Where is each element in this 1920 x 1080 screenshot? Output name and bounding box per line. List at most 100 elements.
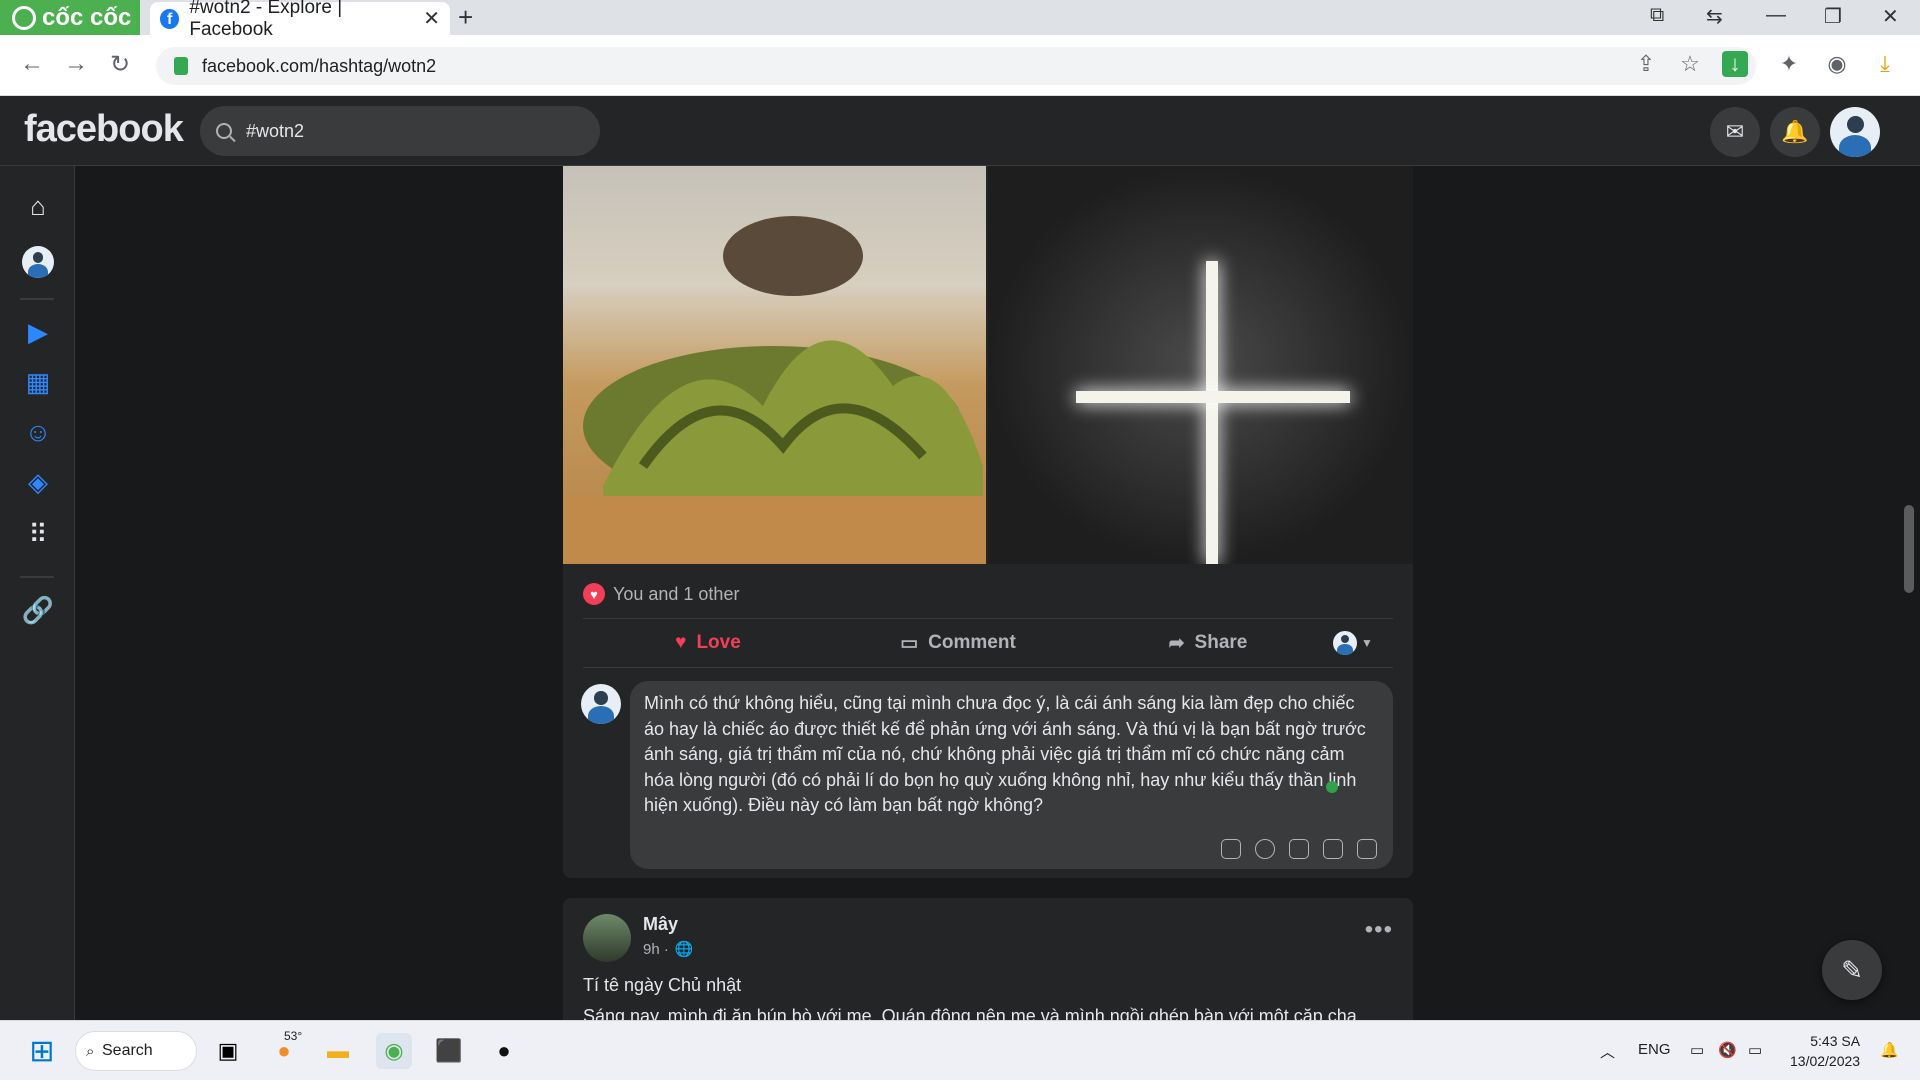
- feed-post: Mây 9h · 🌐 ••• Tí tê ngày Chủ nhật Sáng …: [563, 898, 1413, 1038]
- rail-divider: [20, 298, 54, 300]
- comment-text: Mình có thứ không hiểu, cũng tại mình ch…: [644, 693, 1366, 815]
- search-icon: [216, 123, 232, 139]
- rail-divider: [20, 576, 54, 578]
- coccoc-taskbar-icon[interactable]: ◉: [376, 1033, 412, 1069]
- coccoc-logo[interactable]: cốc cốc: [0, 0, 140, 35]
- page-scrollbar[interactable]: [1904, 505, 1914, 593]
- menu-grid-icon[interactable]: ⠿: [22, 518, 54, 550]
- notifications-bell-icon[interactable]: 🔔: [1770, 107, 1820, 157]
- restore-icon[interactable]: ❐: [1824, 4, 1842, 29]
- back-icon[interactable]: ←: [20, 50, 44, 78]
- bookmark-star-icon[interactable]: ☆: [1677, 51, 1703, 77]
- facebook-search-input[interactable]: #wotn2: [200, 106, 600, 156]
- url-text: facebook.com/hashtag/wotn2: [202, 55, 437, 76]
- post-time[interactable]: 9h ·: [643, 941, 669, 958]
- comment-input[interactable]: Mình có thứ không hiểu, cũng tại mình ch…: [630, 681, 1393, 869]
- groups-icon[interactable]: ☺: [22, 416, 54, 448]
- notification-center-icon[interactable]: 🔔: [1880, 1041, 1899, 1059]
- screenshot-icon[interactable]: ⧉: [1650, 4, 1664, 27]
- browser-brand: cốc cốc: [42, 3, 132, 31]
- url-field[interactable]: facebook.com/hashtag/wotn2: [156, 47, 1756, 85]
- tab-close-icon[interactable]: ✕: [423, 6, 440, 31]
- browser-tab-bar: cốc cốc f #wotn2 - Explore | Facebook ✕ …: [0, 0, 1920, 40]
- file-explorer-icon[interactable]: ▬: [320, 1033, 356, 1069]
- desert-plant-drawing: [563, 216, 986, 564]
- post-photo-desert-plant[interactable]: [563, 166, 986, 564]
- messenger-icon[interactable]: ✉: [1710, 107, 1760, 157]
- account-avatar[interactable]: [1830, 107, 1880, 157]
- audience-avatar: [1333, 631, 1357, 655]
- feed-post: ♥ You and 1 other ♥ Love ▭ Comment ➦ Sha…: [563, 166, 1413, 878]
- facebook-logo[interactable]: facebook: [24, 108, 184, 151]
- facebook-favicon-icon: f: [160, 8, 180, 29]
- love-reaction-icon: ♥: [583, 583, 605, 605]
- watch-video-icon[interactable]: ▶: [22, 316, 54, 348]
- post-author[interactable]: Mây: [643, 914, 678, 935]
- camera-icon[interactable]: [1289, 839, 1309, 859]
- taskbar-search-icon: ⌕: [86, 1042, 95, 1060]
- avatar-sticker-icon[interactable]: [1221, 839, 1241, 859]
- grammarly-status-dot: [1326, 781, 1338, 793]
- comment-label: Comment: [928, 632, 1016, 653]
- reaction-summary-text: You and 1 other: [613, 583, 740, 604]
- download-extension-icon[interactable]: ↓: [1722, 51, 1748, 77]
- battery-icon[interactable]: ▭: [1748, 1041, 1762, 1059]
- love-button[interactable]: ♥ Love: [583, 632, 833, 654]
- back-history-icon[interactable]: ⇆: [1706, 4, 1723, 29]
- forward-icon[interactable]: →: [64, 50, 88, 78]
- link-icon[interactable]: 🔗: [22, 594, 54, 626]
- comment-tools: [1221, 839, 1377, 859]
- home-icon[interactable]: ⌂: [22, 190, 54, 222]
- profile-avatar-icon[interactable]: [22, 246, 54, 278]
- comment-button[interactable]: ▭ Comment: [833, 632, 1083, 655]
- reaction-audience-selector[interactable]: ▼: [1333, 631, 1393, 655]
- task-view-icon[interactable]: ▣: [210, 1033, 246, 1069]
- search-value: #wotn2: [246, 120, 305, 141]
- volume-muted-icon[interactable]: 🔇: [1718, 1041, 1737, 1059]
- extensions-icon[interactable]: ✦: [1776, 51, 1802, 77]
- gaming-icon[interactable]: ◈: [22, 466, 54, 498]
- app-icon[interactable]: ●: [486, 1033, 522, 1069]
- facebook-header: facebook #wotn2 ✉ 🔔: [0, 96, 1920, 166]
- reload-icon[interactable]: ↻: [110, 50, 130, 79]
- post-photo-church-of-light[interactable]: [988, 166, 1413, 564]
- new-message-compose-icon[interactable]: ✎: [1822, 940, 1882, 1000]
- share-button[interactable]: ➦ Share: [1083, 632, 1333, 655]
- light-cross-horizontal: [1076, 391, 1350, 403]
- light-cross-vertical: [1206, 261, 1218, 564]
- taskbar-search[interactable]: ⌕ Search: [75, 1031, 197, 1071]
- clock-date: 13/02/2023: [1790, 1053, 1861, 1069]
- share-page-icon[interactable]: ⇪: [1633, 51, 1659, 77]
- show-hidden-icons-chevron-icon[interactable]: ︿: [1600, 1041, 1615, 1062]
- emoji-icon[interactable]: [1255, 839, 1275, 859]
- minimize-icon[interactable]: —: [1766, 4, 1786, 27]
- weather-temp: 53°: [284, 1029, 303, 1043]
- clock-time: 5:43 SA: [1810, 1033, 1861, 1049]
- share-label: Share: [1194, 632, 1248, 653]
- chevron-down-icon: ▼: [1361, 636, 1373, 650]
- downloads-icon[interactable]: ⤓: [1872, 51, 1898, 77]
- coccoc-leaf-icon: [12, 5, 36, 30]
- more-options-icon[interactable]: •••: [1365, 916, 1393, 944]
- windows-start-icon[interactable]: ⊞: [24, 1033, 60, 1069]
- reactions-summary[interactable]: ♥ You and 1 other: [583, 579, 739, 609]
- input-language[interactable]: ENG: [1638, 1041, 1671, 1058]
- clock[interactable]: 5:43 SA 13/02/2023: [1790, 1031, 1860, 1071]
- active-tab[interactable]: f #wotn2 - Explore | Facebook ✕: [150, 0, 450, 40]
- gif-icon[interactable]: [1323, 839, 1343, 859]
- taskbar-search-label: Search: [102, 1042, 153, 1059]
- sticker-icon[interactable]: [1357, 839, 1377, 859]
- profile-icon[interactable]: ◉: [1824, 51, 1850, 77]
- acrobat-icon[interactable]: ⬛: [431, 1033, 467, 1069]
- commenter-avatar[interactable]: [581, 684, 621, 724]
- author-avatar[interactable]: [583, 914, 631, 962]
- globe-public-icon: 🌐: [674, 941, 694, 958]
- close-window-icon[interactable]: ✕: [1882, 4, 1899, 29]
- post-title: Tí tê ngày Chủ nhật: [583, 975, 742, 995]
- network-icon[interactable]: ▭: [1690, 1041, 1704, 1059]
- post-actions: ♥ Love ▭ Comment ➦ Share ▼: [583, 618, 1393, 668]
- post-meta: 9h · 🌐: [643, 940, 694, 959]
- love-heart-icon: ♥: [675, 632, 687, 653]
- new-tab-icon[interactable]: +: [458, 2, 473, 33]
- marketplace-icon[interactable]: ▦: [22, 366, 54, 398]
